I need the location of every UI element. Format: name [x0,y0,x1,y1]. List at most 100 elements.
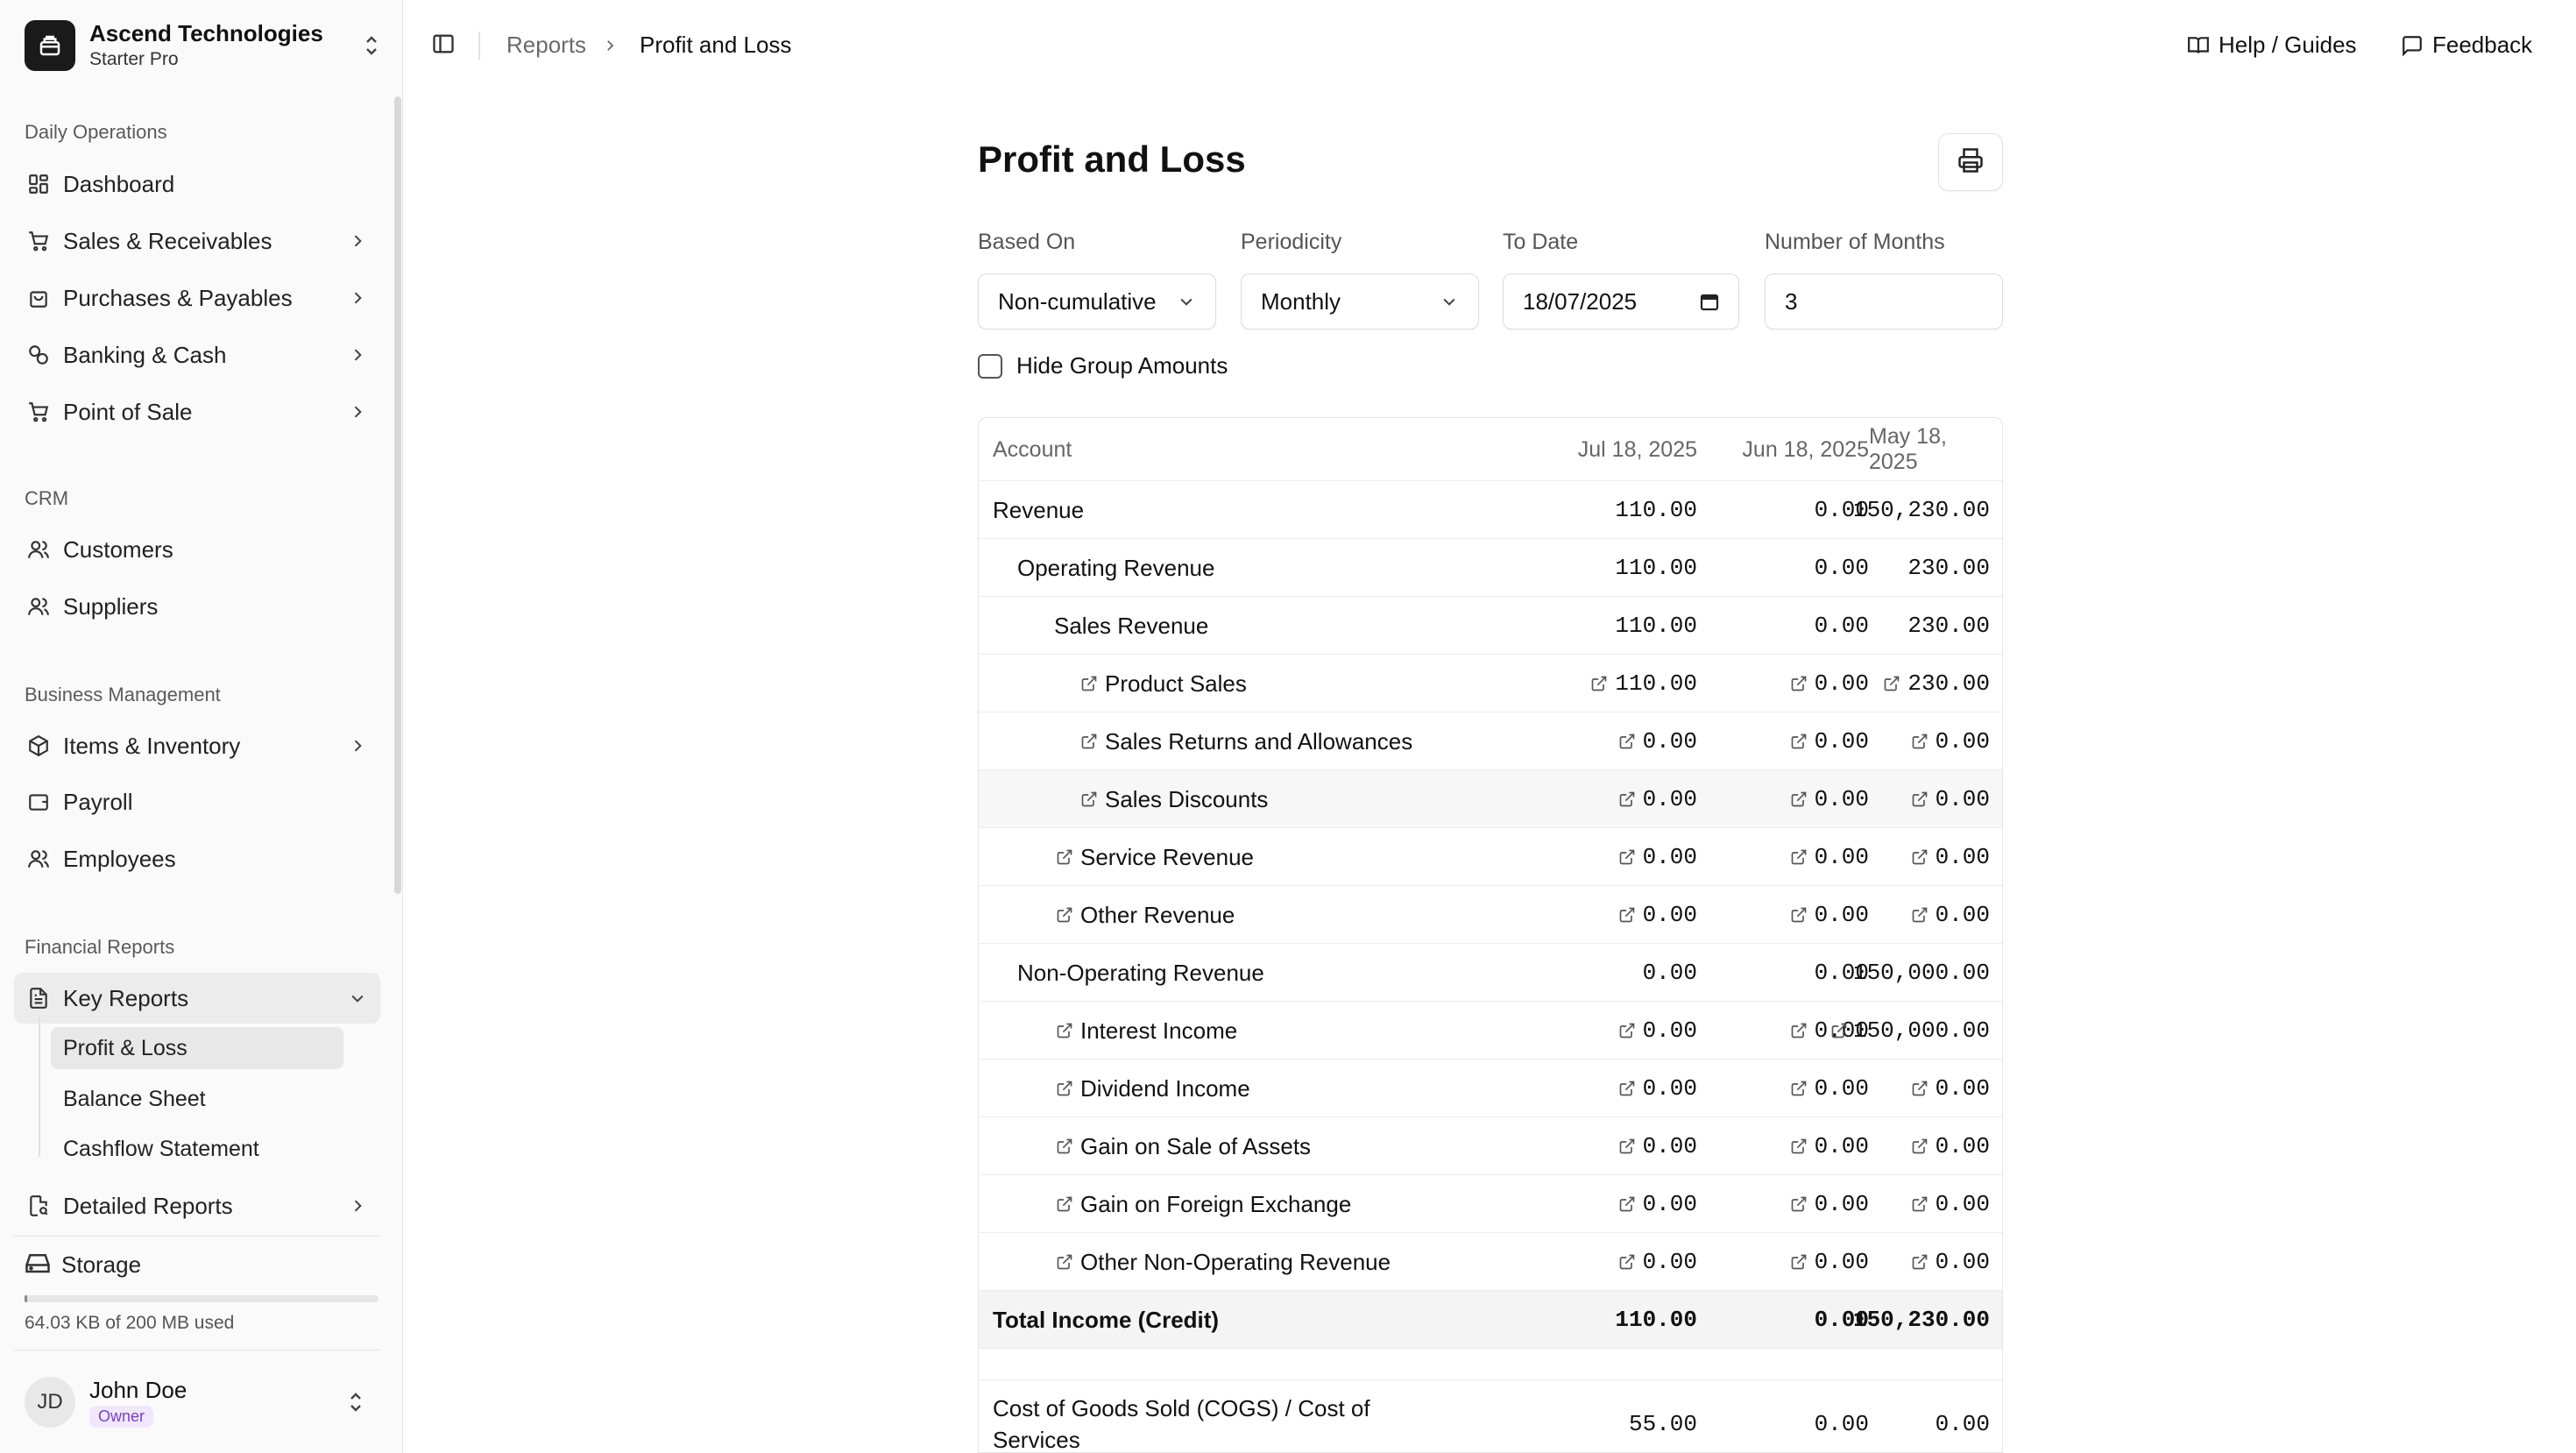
amount-cell[interactable]: 0.00 [1643,1075,1697,1102]
amount-cell[interactable]: 0.00 [1936,844,1990,870]
external-link-icon[interactable] [1909,1136,1930,1157]
sidebar-item-payroll[interactable]: Payroll [14,776,380,827]
amount-cell[interactable]: 0.00 [1643,1133,1697,1159]
sidebar-subitem-cashflow[interactable]: Cashflow Statement [51,1128,343,1170]
external-link-icon[interactable] [1909,1078,1930,1099]
external-link-icon[interactable] [1830,1020,1848,1041]
account-name[interactable]: Dividend Income [1080,1075,1250,1102]
external-link-icon[interactable] [1617,847,1638,868]
hide-group-amounts-toggle[interactable]: Hide Group Amounts [978,352,1228,379]
sidebar-item-dashboard[interactable]: Dashboard [14,159,380,209]
external-link-icon[interactable] [1788,1194,1809,1215]
amount-cell[interactable]: 0.00 [1643,1191,1697,1217]
amount-cell[interactable]: 0.00 [1815,844,1869,870]
external-link-icon[interactable] [1617,1194,1638,1215]
external-link-icon[interactable] [1054,1020,1075,1041]
table-row[interactable]: Dividend Income 0.00 0.00 0.00 [979,1060,2002,1117]
external-link-icon[interactable] [1881,673,1902,694]
external-link-icon[interactable] [1788,904,1809,925]
account-name[interactable]: Gain on Foreign Exchange [1080,1191,1351,1218]
amount-cell[interactable]: 0.00 [1815,728,1869,755]
amount-cell[interactable]: 0.00 [1815,1191,1869,1217]
external-link-icon[interactable] [1788,1078,1809,1099]
table-row[interactable]: Sales Discounts 0.00 0.00 0.00 [979,770,2002,828]
external-link-icon[interactable] [1788,673,1809,694]
table-row[interactable]: Sales Returns and Allowances 0.00 0.00 0… [979,712,2002,770]
external-link-icon[interactable] [1079,673,1100,694]
table-row[interactable]: Product Sales 110.00 0.00 230.00 [979,655,2002,712]
external-link-icon[interactable] [1589,673,1610,694]
external-link-icon[interactable] [1788,847,1809,868]
external-link-icon[interactable] [1054,847,1075,868]
amount-cell[interactable]: 0.00 [1643,1017,1697,1044]
hide-group-amounts-checkbox[interactable] [978,353,1002,379]
table-row[interactable]: Gain on Foreign Exchange 0.00 0.00 0.00 [979,1175,2002,1233]
external-link-icon[interactable] [1788,1020,1809,1041]
external-link-icon[interactable] [1617,1251,1638,1272]
amount-cell[interactable]: 0.00 [1936,1075,1990,1102]
external-link-icon[interactable] [1788,731,1809,752]
external-link-icon[interactable] [1054,1078,1075,1099]
table-row[interactable]: Other Revenue 0.00 0.00 0.00 [979,886,2002,944]
sidebar-item-suppliers[interactable]: Suppliers [14,581,380,632]
sidebar-item-sales[interactable]: Sales & Receivables [14,216,380,266]
amount-cell[interactable]: 0.00 [1643,786,1697,812]
calendar-icon[interactable] [1696,288,1723,315]
amount-cell[interactable]: 150,000.00 [1853,1017,1990,1044]
external-link-icon[interactable] [1079,731,1100,752]
external-link-icon[interactable] [1079,789,1100,810]
sidebar-item-key-reports[interactable]: Key Reports [14,973,380,1024]
sidebar-scrollbar[interactable] [394,96,401,894]
amount-cell[interactable]: 0.00 [1815,1249,1869,1275]
table-row[interactable]: Service Revenue 0.00 0.00 0.00 [979,828,2002,886]
account-name[interactable]: Interest Income [1080,1017,1237,1045]
sidebar-item-purchases[interactable]: Purchases & Payables [14,273,380,323]
external-link-icon[interactable] [1909,789,1930,810]
amount-cell[interactable]: 0.00 [1936,1191,1990,1217]
help-guides-link[interactable]: Help / Guides [2185,32,2357,59]
external-link-icon[interactable] [1788,1136,1809,1157]
amount-cell[interactable]: 0.00 [1815,670,1869,697]
sidebar-subitem-profit-loss[interactable]: Profit & Loss [51,1027,343,1069]
external-link-icon[interactable] [1617,1136,1638,1157]
account-name[interactable]: Sales Discounts [1105,786,1268,813]
external-link-icon[interactable] [1909,1194,1930,1215]
amount-cell[interactable]: 0.00 [1936,786,1990,812]
account-name[interactable]: Other Non-Operating Revenue [1080,1249,1391,1276]
storage-section[interactable]: Storage [14,1236,380,1294]
external-link-icon[interactable] [1617,1078,1638,1099]
based-on-select[interactable]: Non-cumulative [978,273,1216,330]
external-link-icon[interactable] [1909,847,1930,868]
external-link-icon[interactable] [1617,1020,1638,1041]
sidebar-item-banking[interactable]: Banking & Cash [14,330,380,380]
external-link-icon[interactable] [1054,1136,1075,1157]
amount-cell[interactable]: 0.00 [1643,902,1697,928]
external-link-icon[interactable] [1788,1251,1809,1272]
sidebar-subitem-balance-sheet[interactable]: Balance Sheet [51,1078,343,1120]
number-of-months-input[interactable]: 3 [1765,273,2003,330]
amount-cell[interactable]: 0.00 [1815,786,1869,812]
sidebar-item-items[interactable]: Items & Inventory [14,720,380,771]
amount-cell[interactable]: 0.00 [1643,728,1697,755]
account-name[interactable]: Product Sales [1105,670,1247,698]
user-menu[interactable]: JD John Doe Owner [14,1350,380,1453]
print-button[interactable] [1938,133,2003,191]
amount-cell[interactable]: 0.00 [1643,1249,1697,1275]
external-link-icon[interactable] [1909,904,1930,925]
amount-cell[interactable]: 230.00 [1907,670,1990,697]
account-name[interactable]: Sales Returns and Allowances [1105,728,1412,755]
account-name[interactable]: Other Revenue [1080,902,1235,929]
amount-cell[interactable]: 0.00 [1936,728,1990,755]
account-name[interactable]: Service Revenue [1080,844,1254,871]
external-link-icon[interactable] [1054,904,1075,925]
sidebar-item-customers[interactable]: Customers [14,524,380,575]
amount-cell[interactable]: 0.00 [1936,1249,1990,1275]
amount-cell[interactable]: 0.00 [1936,902,1990,928]
external-link-icon[interactable] [1909,1251,1930,1272]
sidebar-item-pos[interactable]: Point of Sale [14,386,380,437]
external-link-icon[interactable] [1054,1251,1075,1272]
breadcrumb-reports[interactable]: Reports [506,32,586,59]
amount-cell[interactable]: 110.00 [1615,670,1697,697]
amount-cell[interactable]: 0.00 [1936,1133,1990,1159]
account-name[interactable]: Gain on Sale of Assets [1080,1133,1311,1160]
